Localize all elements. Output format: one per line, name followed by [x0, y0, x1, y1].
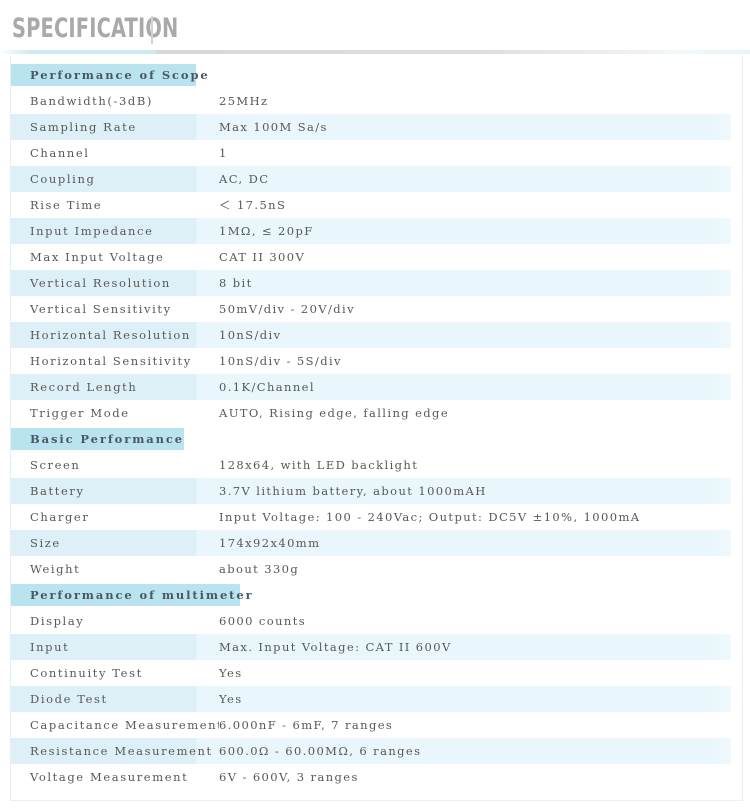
spec-row-value: AUTO, Rising edge, falling edge [219, 406, 450, 420]
spec-row-value: Input Voltage: 100 - 240Vac; Output: DC5… [219, 510, 641, 524]
spec-row-label: Vertical Sensitivity [30, 302, 172, 316]
spec-row-value: ＜ 17.5nS [219, 198, 287, 212]
spec-row-value: AC, DC [219, 172, 270, 186]
spec-row: Display 6000 counts [11, 608, 731, 634]
header-divider-gray-segment [156, 50, 750, 54]
specification-table-frame: Performance of Scope Bandwidth(-3dB) 25MHz… [10, 56, 743, 801]
spec-row: Bandwidth(-3dB) 25MHz [11, 88, 731, 114]
section-header-label: Performance of Scope [11, 64, 208, 86]
spec-row: Screen 128x64, with LED backlight [11, 452, 731, 478]
spec-row: Rise Time ＜ 17.5nS [11, 192, 731, 218]
spec-row-value: 1 [219, 146, 228, 160]
spec-row: Diode Test Yes [11, 686, 731, 712]
spec-row-value: 600.0Ω - 60.00MΩ, 6 ranges [219, 744, 422, 758]
spec-row-label: Size [30, 536, 61, 550]
spec-row-label: Voltage Measurement [30, 770, 189, 784]
spec-row-value: 1MΩ, ≤ 20pF [219, 224, 314, 238]
spec-row-value: 6.000nF - 6mF, 7 ranges [219, 718, 394, 732]
spec-row-label: Diode Test [30, 692, 108, 706]
spec-row-label: Weight [30, 562, 81, 576]
spec-row-value: 6V - 600V, 3 ranges [219, 770, 359, 784]
section-header-row: Performance of Scope [11, 62, 731, 88]
spec-row: Horizontal Sensitivity 10nS/div - 5S/div [11, 348, 731, 374]
spec-row: Capacitance Measurement 6.000nF - 6mF, 7 … [11, 712, 731, 738]
spec-row-value: 174x92x40mm [219, 536, 321, 550]
spec-row: Input Impedance 1MΩ, ≤ 20pF [11, 218, 731, 244]
spec-row-value: 10nS/div - 5S/div [219, 354, 342, 368]
spec-row-value: CAT II 300V [219, 250, 306, 264]
spec-row-label: Vertical Resolution [30, 276, 171, 290]
spec-row: Continuity Test Yes [11, 660, 731, 686]
spec-row-value: 6000 counts [219, 614, 307, 628]
spec-row-label: Display [30, 614, 85, 628]
spec-row: Resistance Measurement 600.0Ω - 60.00MΩ, … [11, 738, 731, 764]
header-divider-blue-segment [0, 50, 156, 54]
spec-row: Record Length 0.1K/Channel [11, 374, 731, 400]
spec-row-label: Resistance Measurement [30, 744, 213, 758]
spec-row: Size 174x92x40mm [11, 530, 731, 556]
spec-row-label: Charger [30, 510, 90, 524]
specification-table: Performance of Scope Bandwidth(-3dB) 25MHz… [11, 56, 742, 790]
spec-row-label: Bandwidth(-3dB) [30, 94, 153, 108]
spec-row-label: Sampling Rate [30, 120, 137, 134]
spec-row-label: Horizontal Resolution [30, 328, 191, 342]
spec-row-value: 128x64, with LED backlight [219, 458, 419, 472]
page-header: SPECIFICATION [0, 0, 750, 56]
spec-row-label: Coupling [30, 172, 96, 186]
section-header-row: Performance of multimeter [11, 582, 731, 608]
spec-row-label: Battery [30, 484, 85, 498]
specification-page: SPECIFICATION Performance of Scope Bandwi… [0, 0, 750, 808]
spec-row-value: 8 bit [219, 276, 253, 290]
section-header-row: Basic Performance [11, 426, 731, 452]
spec-row-value: Max. Input Voltage: CAT II 600V [219, 640, 452, 654]
spec-row-label: Horizontal Sensitivity [30, 354, 192, 368]
spec-row-label: Capacitance Measurement [30, 718, 219, 732]
spec-row: Horizontal Resolution 10nS/div [11, 322, 731, 348]
spec-row-label: Input [30, 640, 70, 654]
spec-row-label: Max Input Voltage [30, 250, 165, 264]
spec-row: Battery 3.7V lithium battery, about 1000m… [11, 478, 731, 504]
spec-row: Max Input Voltage CAT II 300V [11, 244, 731, 270]
spec-row: Channel 1 [11, 140, 731, 166]
spec-row: Trigger Mode AUTO, Rising edge, falling e… [11, 400, 731, 426]
spec-row-value: about 330g [219, 562, 300, 576]
spec-row-label: Channel [30, 146, 90, 160]
spec-row: Weight about 330g [11, 556, 731, 582]
spec-row: Sampling Rate Max 100M Sa/s [11, 114, 731, 140]
section-header-label: Performance of multimeter [11, 584, 252, 606]
spec-row: Vertical Sensitivity 50mV/div - 20V/div [11, 296, 731, 322]
spec-row-value: Max 100M Sa/s [219, 120, 328, 134]
spec-row-label: Rise Time [30, 198, 103, 212]
spec-row-label: Screen [30, 458, 81, 472]
title-separator-bar [151, 16, 153, 44]
page-title: SPECIFICATION [12, 13, 179, 44]
spec-row-value: 0.1K/Channel [219, 380, 315, 394]
spec-row-value: Yes [219, 692, 243, 706]
spec-row-label: Record Length [30, 380, 138, 394]
spec-row-label: Input Impedance [30, 224, 154, 238]
spec-row: Input Max. Input Voltage: CAT II 600V [11, 634, 731, 660]
spec-row-value: Yes [219, 666, 243, 680]
spec-row-value: 50mV/div - 20V/div [219, 302, 355, 316]
spec-row-label: Continuity Test [30, 666, 143, 680]
spec-row-value: 25MHz [219, 94, 269, 108]
spec-row: Vertical Resolution 8 bit [11, 270, 731, 296]
spec-row: Charger Input Voltage: 100 - 240Vac; Outp… [11, 504, 731, 530]
spec-row-label: Trigger Mode [30, 406, 130, 420]
section-header-label: Basic Performance [11, 428, 184, 450]
spec-row-value: 3.7V lithium battery, about 1000mAH [219, 484, 487, 498]
header-divider [0, 50, 750, 54]
spec-row: Coupling AC, DC [11, 166, 731, 192]
spec-row-value: 10nS/div [219, 328, 282, 342]
spec-row: Voltage Measurement 6V - 600V, 3 ranges [11, 764, 731, 790]
